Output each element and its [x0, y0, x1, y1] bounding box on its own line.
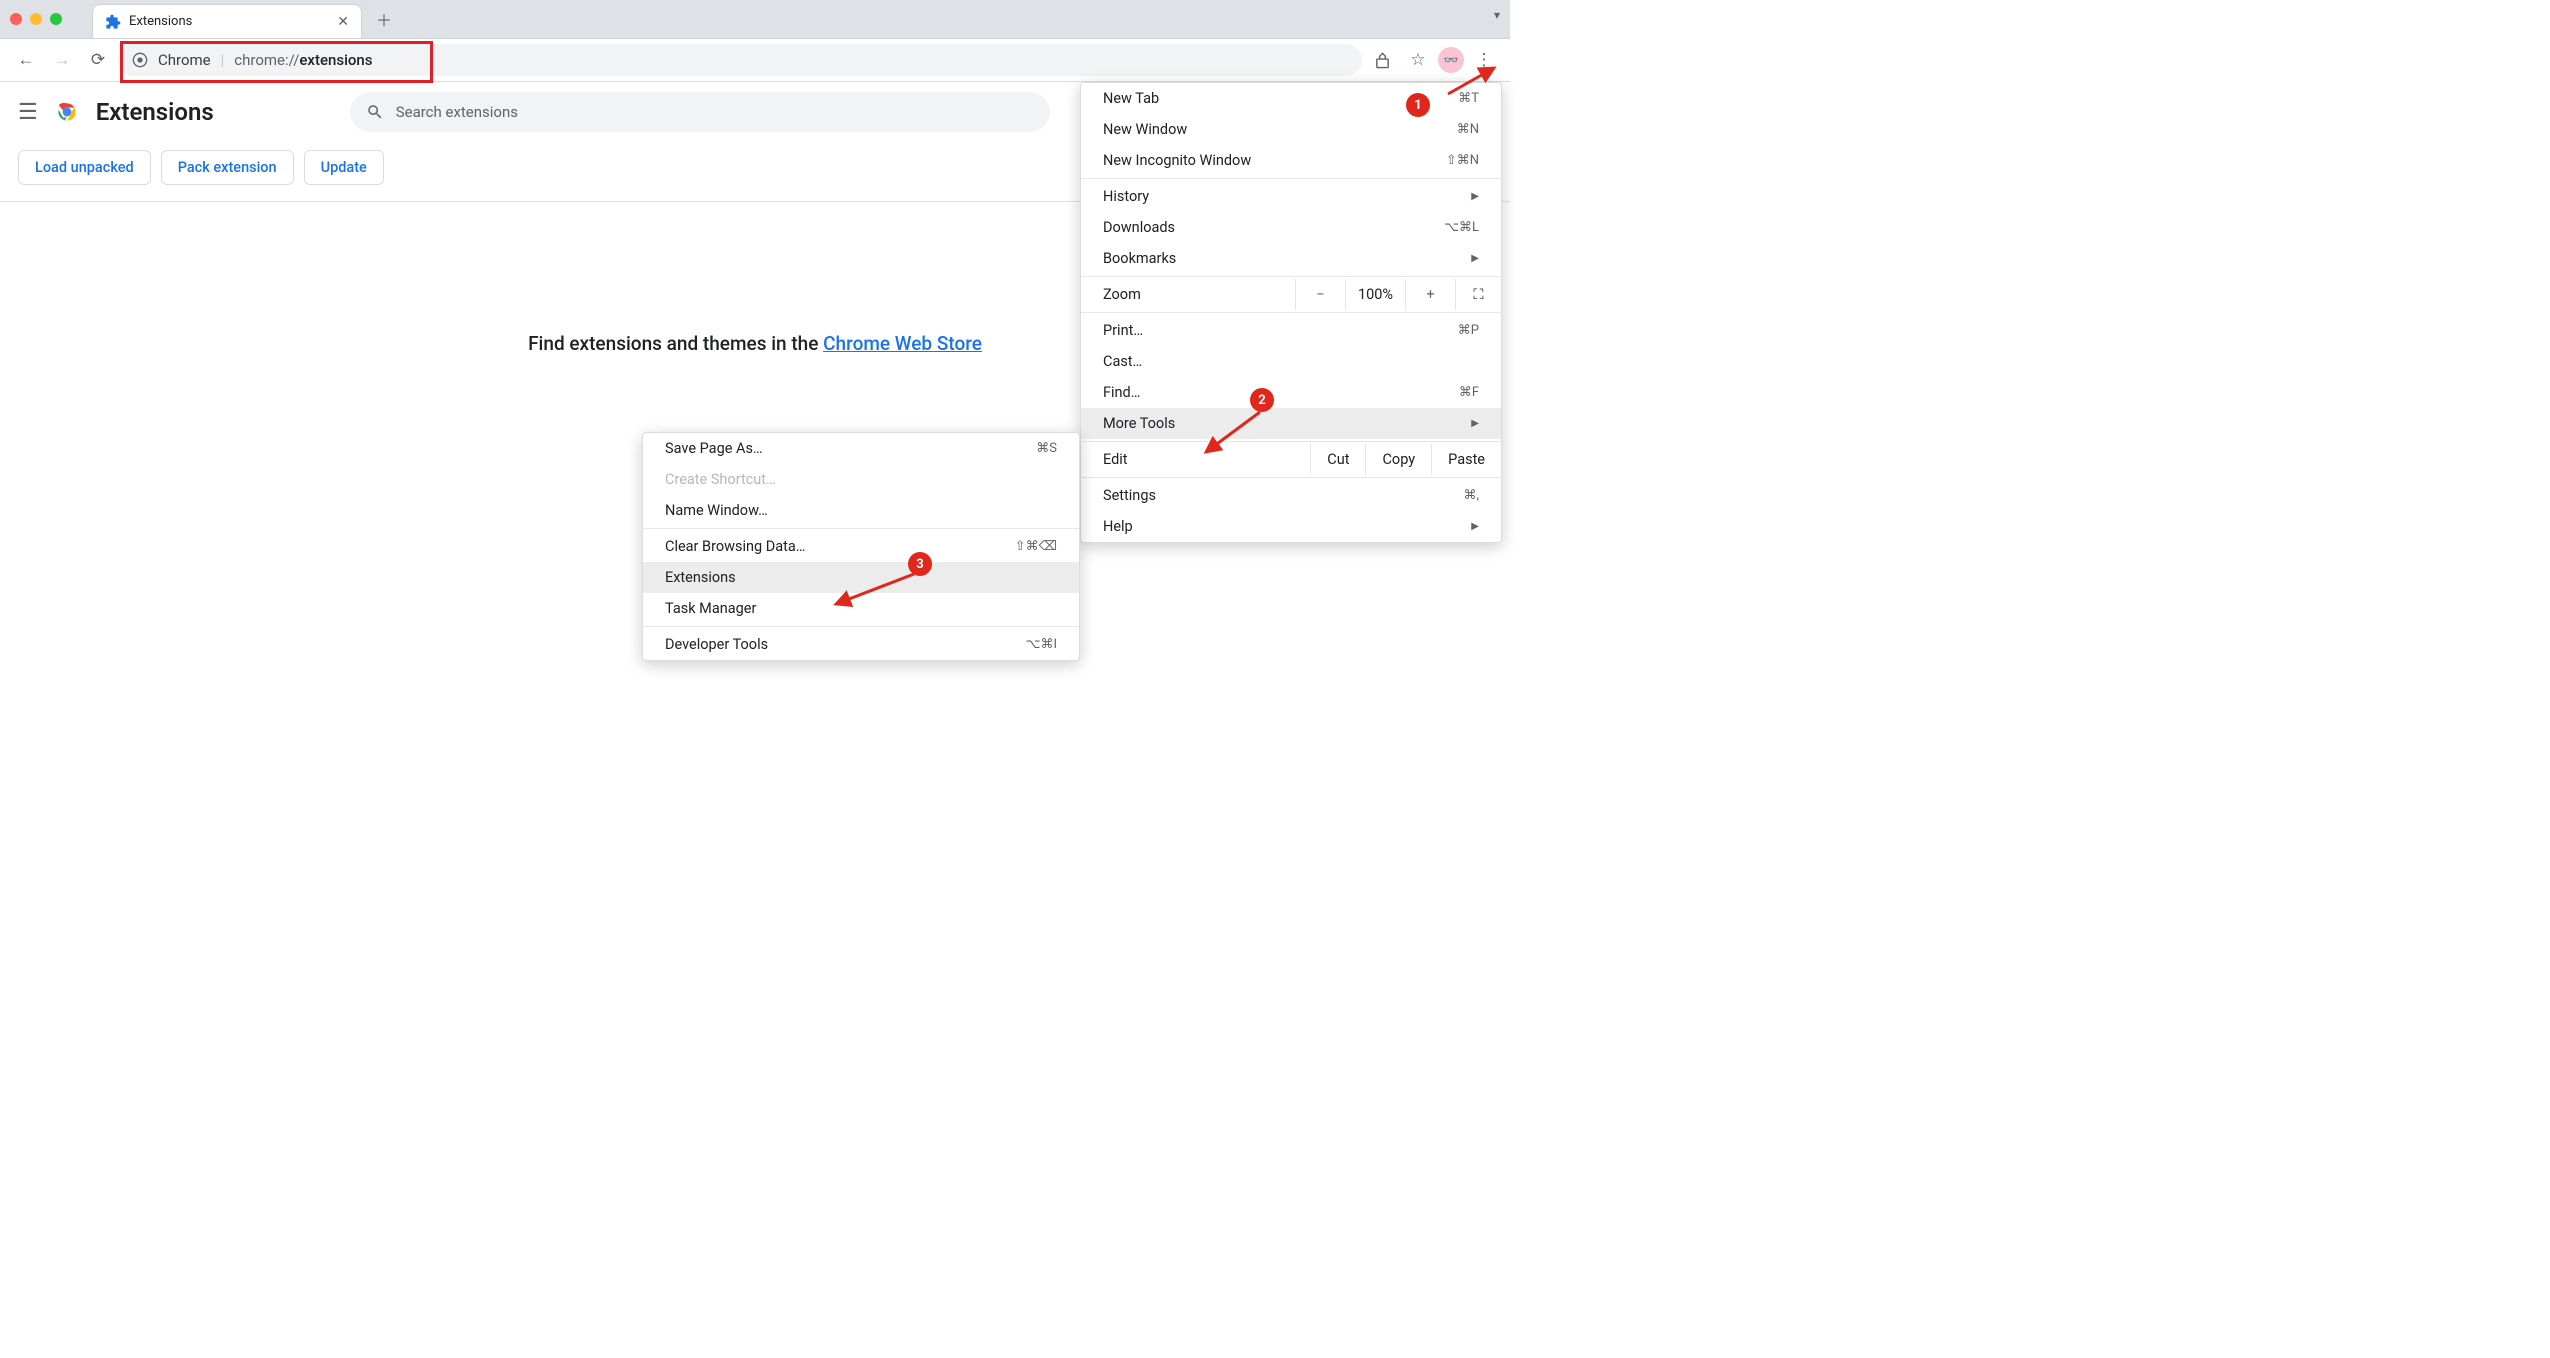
more-tools-submenu: Save Page As… ⌘S Create Shortcut… Name W… — [642, 432, 1080, 661]
new-tab-button[interactable]: ＋ — [376, 7, 392, 31]
tab-strip: Extensions ✕ ＋ ▾ — [0, 0, 1510, 39]
submenu-name-window[interactable]: Name Window… — [643, 495, 1079, 526]
menu-find[interactable]: Find… ⌘F — [1081, 377, 1501, 408]
menu-settings[interactable]: Settings ⌘, — [1081, 480, 1501, 511]
address-bar[interactable]: Chrome | chrome://extensions — [118, 44, 1362, 76]
pack-extension-button[interactable]: Pack extension — [161, 150, 294, 185]
chrome-web-store-link[interactable]: Chrome Web Store — [823, 332, 982, 355]
submenu-dev-tools[interactable]: Developer Tools ⌥⌘I — [643, 629, 1079, 660]
chrome-main-menu: New Tab ⌘T New Window ⌘N New Incognito W… — [1080, 82, 1502, 543]
annotation-badge-2: 2 — [1250, 388, 1274, 412]
menu-button[interactable]: ☰ — [18, 100, 38, 125]
menu-edit-row: Edit Cut Copy Paste — [1081, 444, 1501, 475]
navigation-bar: ← → ⟳ Chrome | chrome://extensions ☆ 👓 ⋮ — [0, 39, 1510, 82]
chevron-right-icon: ▶ — [1463, 521, 1479, 532]
url-scheme: chrome:// — [234, 51, 299, 69]
forward-button[interactable]: → — [46, 44, 78, 76]
menu-bookmarks[interactable]: Bookmarks ▶ — [1081, 243, 1501, 274]
submenu-save-page[interactable]: Save Page As… ⌘S — [643, 433, 1079, 464]
site-label: Chrome — [158, 51, 211, 69]
minimize-window-button[interactable] — [30, 13, 42, 25]
submenu-clear-data[interactable]: Clear Browsing Data… ⇧⌘⌫ — [643, 531, 1079, 562]
menu-paste[interactable]: Paste — [1431, 444, 1501, 475]
extensions-search: Search extensions — [350, 92, 1050, 132]
url-path: extensions — [299, 51, 372, 69]
submenu-extensions[interactable]: Extensions — [643, 562, 1079, 593]
menu-more-tools[interactable]: More Tools ▶ — [1081, 408, 1501, 439]
annotation-badge-3: 3 — [908, 552, 932, 576]
close-window-button[interactable] — [10, 13, 22, 25]
update-button[interactable]: Update — [304, 150, 384, 185]
menu-cut[interactable]: Cut — [1310, 444, 1365, 475]
menu-help[interactable]: Help ▶ — [1081, 511, 1501, 542]
menu-new-tab[interactable]: New Tab ⌘T — [1081, 83, 1501, 114]
fullscreen-button[interactable]: ⛶ — [1455, 279, 1501, 310]
submenu-task-manager[interactable]: Task Manager — [643, 593, 1079, 624]
profile-avatar[interactable]: 👓 — [1438, 47, 1464, 73]
close-tab-button[interactable]: ✕ — [337, 14, 349, 30]
zoom-out-button[interactable]: − — [1295, 279, 1345, 310]
annotation-badge-1: 1 — [1406, 93, 1430, 117]
menu-zoom: Zoom − 100% + ⛶ — [1081, 279, 1501, 310]
menu-incognito[interactable]: New Incognito Window ⇧⌘N — [1081, 145, 1501, 176]
menu-copy[interactable]: Copy — [1365, 444, 1431, 475]
menu-cast[interactable]: Cast… — [1081, 346, 1501, 377]
tab-title: Extensions — [129, 14, 329, 29]
menu-downloads[interactable]: Downloads ⌥⌘L — [1081, 212, 1501, 243]
bookmark-button[interactable]: ☆ — [1402, 44, 1434, 76]
chevron-right-icon: ▶ — [1463, 191, 1479, 202]
menu-history[interactable]: History ▶ — [1081, 181, 1501, 212]
chevron-right-icon: ▶ — [1463, 253, 1479, 264]
zoom-in-button[interactable]: + — [1405, 279, 1455, 310]
reload-button[interactable]: ⟳ — [82, 44, 114, 76]
site-info-icon[interactable] — [132, 52, 148, 68]
window-controls — [10, 13, 62, 25]
chrome-menu-button[interactable]: ⋮ — [1468, 44, 1500, 76]
extension-icon — [105, 14, 121, 30]
chevron-right-icon: ▶ — [1463, 418, 1479, 429]
tab-overflow-button[interactable]: ▾ — [1494, 8, 1500, 22]
menu-new-window[interactable]: New Window ⌘N — [1081, 114, 1501, 145]
menu-print[interactable]: Print… ⌘P — [1081, 315, 1501, 346]
back-button[interactable]: ← — [10, 44, 42, 76]
browser-tab[interactable]: Extensions ✕ — [92, 4, 362, 38]
search-placeholder: Search extensions — [396, 103, 518, 121]
share-button[interactable] — [1366, 44, 1398, 76]
maximize-window-button[interactable] — [50, 13, 62, 25]
page-title: Extensions — [96, 98, 214, 126]
search-icon — [366, 103, 384, 121]
search-input[interactable]: Search extensions — [350, 92, 1050, 132]
chrome-logo-icon — [54, 99, 80, 125]
submenu-create-shortcut: Create Shortcut… — [643, 464, 1079, 495]
load-unpacked-button[interactable]: Load unpacked — [18, 150, 151, 185]
zoom-value: 100% — [1345, 279, 1405, 310]
